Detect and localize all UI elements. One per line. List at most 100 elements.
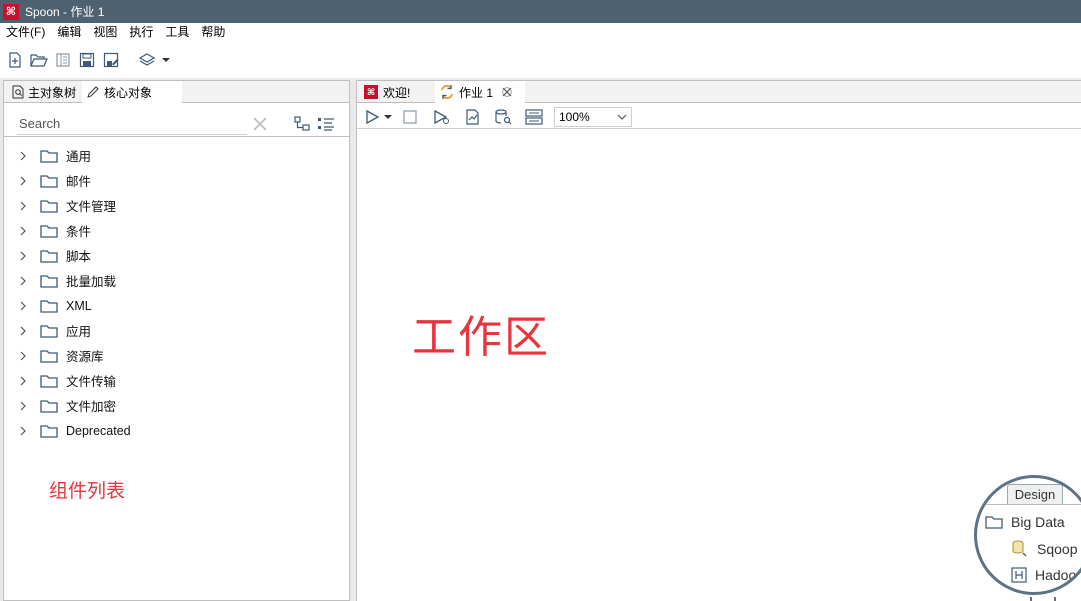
chevron-right-icon[interactable] [18,376,28,386]
tree-item-label: 文件管理 [66,200,117,214]
open-folder-icon[interactable] [28,49,50,71]
tree-item-label: 文件传输 [66,375,117,389]
check-job-icon[interactable] [461,107,483,127]
preview-icon[interactable] [430,107,452,127]
tab-job-label: 作业 1 [459,85,494,100]
magnifier-handle [1030,597,1056,601]
tree-item[interactable]: 应用 [4,318,349,343]
chevron-right-icon[interactable] [18,201,28,211]
chevron-right-icon[interactable] [18,351,28,361]
tab-core-label: 核心对象 [104,85,153,100]
save-as-icon[interactable] [100,49,122,71]
design-tab: Design [1007,484,1063,504]
canvas-toolbar: 100% [357,105,1081,129]
chevron-right-icon[interactable] [18,401,28,411]
tab-main-label: 主对象树 [28,85,77,100]
menu-file[interactable]: 文件(F) [0,23,51,42]
folder-icon [40,274,58,288]
tab-welcome[interactable]: ⌘ 欢迎! [360,81,436,103]
tab-welcome-label: 欢迎! [383,85,411,100]
save-icon[interactable] [76,49,98,71]
list-view-icon[interactable] [317,116,335,132]
folder-icon [40,349,58,363]
tab-job-1[interactable]: 作业 1 [435,81,525,103]
folder-icon [40,174,58,188]
new-file-icon[interactable] [4,49,26,71]
design-magnifier: Design Big Data Sqoop Hadoop [974,475,1081,595]
zoom-value: 100% [559,109,590,124]
zoom-select[interactable]: 100% [554,106,632,127]
chevron-right-icon[interactable] [18,176,28,186]
explore-repo-icon[interactable] [52,49,74,71]
search-input[interactable] [17,113,247,135]
run-icon[interactable] [361,107,383,127]
folder-icon [40,424,58,438]
sqoop-item: Sqoop [1011,540,1077,558]
tree-item[interactable]: 文件管理 [4,193,349,218]
folder-icon [40,224,58,238]
component-tree: 通用邮件文件管理条件脚本批量加载 XML 应用资源库文件传输文件加密 Deprecat… [4,143,349,443]
tree-item-label: 文件加密 [66,400,117,414]
chevron-right-icon[interactable] [18,301,28,311]
menu-edit[interactable]: 编辑 [51,23,87,42]
dropdown-arrow-icon[interactable] [160,49,172,71]
tree-item-label: 应用 [66,325,92,339]
menu-bar: 文件(F) 编辑 视图 执行 工具 帮助 [0,23,1081,42]
chevron-down-icon [617,114,627,120]
spoon-logo-icon: ⌘ [3,3,19,20]
menu-run[interactable]: 执行 [123,23,159,42]
close-tab-icon[interactable] [502,87,512,97]
tree-view-icon[interactable] [294,116,310,132]
search-doc-icon [12,85,24,99]
tree-item[interactable]: 资源库 [4,343,349,368]
component-list-annotation: 组件列表 [49,481,126,502]
chevron-right-icon[interactable] [18,276,28,286]
tree-item[interactable]: XML [4,293,349,318]
big-data-label: Big Data [1011,514,1065,530]
tree-item-label: XML [66,298,92,313]
layers-icon[interactable] [136,49,158,71]
left-tabs: 主对象树 核心对象 [4,81,349,103]
hadoop-item: Hadoop [1011,567,1081,583]
sqoop-db-icon [1012,540,1027,557]
menu-help[interactable]: 帮助 [195,23,231,42]
job-canvas[interactable]: 工作区 Design Big Data Sqoop Hadoop [357,129,1081,601]
tab-core-objects[interactable]: 核心对象 [82,81,182,103]
chevron-right-icon[interactable] [18,251,28,261]
stop-icon[interactable] [399,107,421,127]
spoon-logo-icon: ⌘ [364,85,378,99]
tree-item[interactable]: 文件传输 [4,368,349,393]
tree-item-label: Deprecated [66,423,131,438]
folder-icon [40,374,58,388]
folder-icon [985,516,1003,529]
tree-item[interactable]: 条件 [4,218,349,243]
editor-tabs: ⌘ 欢迎! 作业 1 [357,81,1081,103]
tree-item[interactable]: 邮件 [4,168,349,193]
hadoop-icon [1011,567,1027,583]
tab-main-object-tree[interactable]: 主对象树 [7,81,83,103]
big-data-folder: Big Data [985,514,1065,530]
folder-icon [40,149,58,163]
tree-item-label: 脚本 [66,250,92,264]
chevron-right-icon[interactable] [18,226,28,236]
align-icon[interactable] [523,107,545,127]
menu-view[interactable]: 视图 [87,23,123,42]
tree-item[interactable]: 通用 [4,143,349,168]
sql-icon[interactable] [492,107,514,127]
pencil-icon [87,86,99,98]
tree-item-label: 条件 [66,225,92,239]
chevron-right-icon[interactable] [18,151,28,161]
tree-item[interactable]: 批量加载 [4,268,349,293]
tree-item[interactable]: Deprecated [4,418,349,443]
tree-item-label: 通用 [66,150,92,164]
clear-icon[interactable] [252,116,268,132]
folder-icon [40,199,58,213]
run-dropdown-icon[interactable] [383,107,393,127]
tree-item[interactable]: 脚本 [4,243,349,268]
chevron-right-icon[interactable] [18,426,28,436]
tree-item[interactable]: 文件加密 [4,393,349,418]
chevron-right-icon[interactable] [18,326,28,336]
tree-item-label: 批量加载 [66,275,117,289]
menu-tools[interactable]: 工具 [159,23,195,42]
work-area-annotation: 工作区 [412,313,550,362]
